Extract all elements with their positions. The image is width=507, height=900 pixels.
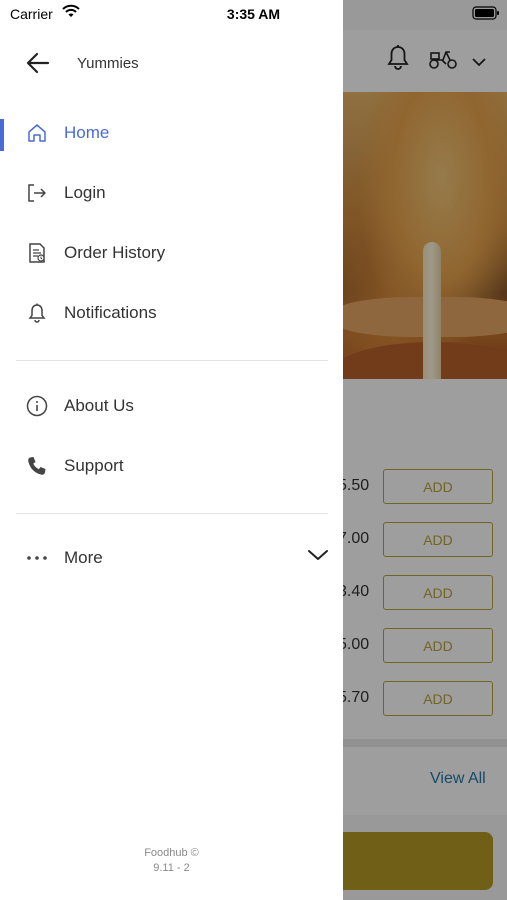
login-icon: [26, 182, 48, 204]
info-icon: [26, 395, 48, 417]
menu-item-label: Home: [64, 123, 110, 142]
more-dots-icon: [26, 547, 48, 569]
footer-brand: Foodhub ©: [144, 847, 199, 859]
menu-item-label: More: [64, 548, 103, 567]
home-icon: [26, 122, 48, 144]
menu-item-order-history[interactable]: Order History: [0, 224, 343, 284]
navigation-drawer: Yummies Home Login Order History Notific…: [0, 0, 343, 900]
menu-item-label: Order History: [64, 243, 166, 262]
phone-icon: [26, 455, 48, 477]
menu-item-home[interactable]: Home: [0, 104, 343, 164]
menu-item-label: Support: [64, 456, 124, 475]
menu-item-label: Notifications: [64, 303, 157, 322]
menu-item-label: About Us: [64, 396, 134, 415]
bell-icon: [26, 302, 48, 324]
battery-icon: [472, 6, 500, 25]
menu-item-notifications[interactable]: Notifications: [0, 284, 343, 344]
menu-item-about-us[interactable]: About Us: [0, 377, 343, 437]
menu-divider: [16, 360, 328, 361]
menu-item-login[interactable]: Login: [0, 164, 343, 224]
menu-item-label: Login: [64, 183, 106, 202]
status-bar: Carrier 3:35 AM: [0, 0, 507, 30]
footer-version: 9.11 - 2: [153, 862, 190, 874]
menu-item-more[interactable]: More: [0, 529, 343, 589]
order-history-icon: [26, 242, 48, 264]
menu-divider: [16, 513, 328, 514]
status-time: 3:35 AM: [226, 6, 281, 22]
drawer-header: Yummies: [0, 40, 343, 86]
active-indicator: [0, 119, 4, 151]
menu-item-support[interactable]: Support: [0, 437, 343, 497]
chevron-down-icon[interactable]: [307, 548, 329, 567]
back-arrow-icon[interactable]: [26, 52, 50, 79]
store-name: Yummies: [77, 55, 139, 72]
